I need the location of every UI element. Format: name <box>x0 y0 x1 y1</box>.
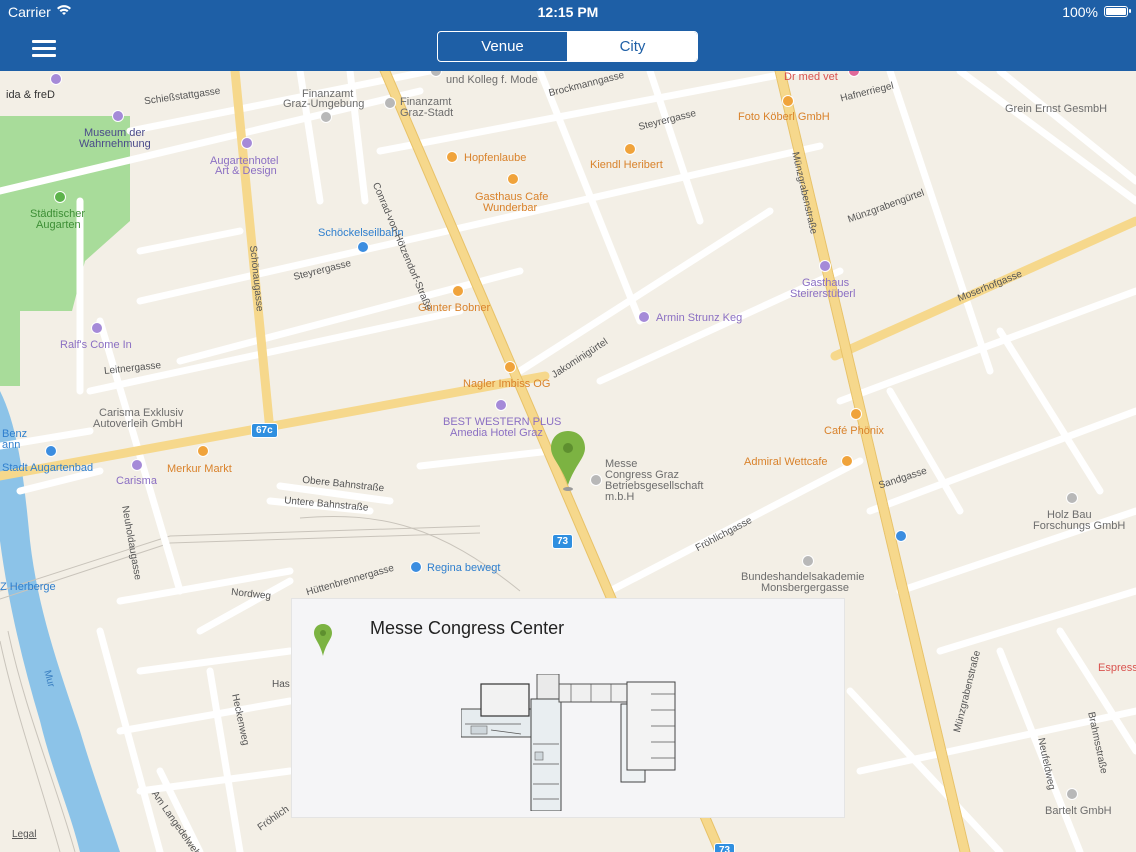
map-label-fotokoberl: Foto Köberl GmbH <box>738 111 830 123</box>
government-poi-icon[interactable] <box>320 111 332 123</box>
business-poi-icon[interactable] <box>638 311 650 323</box>
location-pin-icon <box>313 623 333 662</box>
shop-poi-icon[interactable] <box>782 95 794 107</box>
map-label-messe-4: m.b.H <box>605 491 635 503</box>
map-label-espresso: Espress <box>1098 662 1136 674</box>
transit-poi-icon[interactable] <box>357 241 369 253</box>
route-badge-73: 73 <box>552 534 574 549</box>
parking-poi-icon[interactable] <box>895 530 907 542</box>
map-label-wunderbar-2: Wunderbar <box>483 202 538 214</box>
street-label: Has <box>272 679 290 690</box>
clock: 12:15 PM <box>537 4 599 20</box>
battery-icon <box>1104 6 1131 17</box>
map-label-ralfs: Ralf's Come In <box>60 339 132 351</box>
map-label-kolleg: und Kolleg f. Mode <box>446 74 538 86</box>
venue-title: Messe Congress Center <box>370 618 565 638</box>
venue-city-segmented-control: Venue City <box>437 31 698 62</box>
museum-poi-icon[interactable] <box>112 110 124 122</box>
map-label-carisma-exklusiv-2: Autoverleih GmbH <box>93 418 183 430</box>
map-label-hopfenlaube: Hopfenlaube <box>464 152 527 164</box>
map-label-bartelt: Bartelt GmbH <box>1045 805 1112 817</box>
map-label-drmed: Dr med vet <box>784 71 838 83</box>
map-label-museum-2: Wahrnehmung <box>79 138 151 150</box>
restaurant-poi-icon[interactable] <box>504 361 516 373</box>
map-label-augartenhotel-2: Art & Design <box>215 165 277 177</box>
map-label-finanzamt-umgebung-2: Graz-Umgebung <box>283 98 365 110</box>
map-label-regina: Regina bewegt <box>427 562 501 574</box>
hotel-poi-icon[interactable] <box>241 137 253 149</box>
school-poi-icon[interactable] <box>802 555 814 567</box>
map-label-steirerstuberl-2: Steirerstüberl <box>790 288 856 300</box>
status-bar: Carrier 12:15 PM 100% <box>0 0 1136 24</box>
map-label-merkur: Merkur Markt <box>167 463 232 475</box>
venue-poi-icon[interactable] <box>590 474 602 486</box>
pool-poi-icon[interactable] <box>45 445 57 457</box>
floor-plan-thumbnail[interactable] <box>460 673 677 816</box>
map-label-grein: Grein Ernst GesmbH <box>1005 103 1108 115</box>
cafe-poi-icon[interactable] <box>841 455 853 467</box>
route-badge-67c: 67c <box>251 423 278 438</box>
battery-percent: 100% <box>1062 4 1098 20</box>
hotel-poi-icon[interactable] <box>495 399 507 411</box>
map-label-augartenbad: Stadt Augartenbad <box>2 462 94 474</box>
cafe-poi-icon[interactable] <box>507 173 519 185</box>
venue-info-card[interactable]: Messe Congress Center <box>291 598 845 818</box>
map-label-finanzamt-stadt-2: Graz-Stadt <box>400 107 454 119</box>
segment-venue[interactable]: Venue <box>438 32 568 61</box>
route-badge-73-bottom: 73 <box>714 843 736 852</box>
map-label-armin: Armin Strunz Keg <box>656 312 743 324</box>
restaurant-poi-icon[interactable] <box>624 143 636 155</box>
business-poi-icon[interactable] <box>131 459 143 471</box>
segment-city[interactable]: City <box>568 32 697 61</box>
cafe-poi-icon[interactable] <box>850 408 862 420</box>
map-label-carisma: Carisma <box>116 475 157 487</box>
park-poi-icon[interactable] <box>54 191 66 203</box>
fitness-poi-icon[interactable] <box>410 561 422 573</box>
business-poi-icon[interactable] <box>1066 492 1078 504</box>
museum-poi-icon[interactable] <box>50 73 62 85</box>
restaurant-poi-icon[interactable] <box>819 260 831 272</box>
map-label-cafe-phonix: Café Phönix <box>824 425 884 437</box>
map-label-bestwestern-2: Amedia Hotel Graz <box>450 427 543 439</box>
business-poi-icon[interactable] <box>91 322 103 334</box>
map-label-holzbau-2: Forschungs GmbH <box>1033 520 1126 532</box>
legal-link[interactable]: Legal <box>12 829 36 840</box>
navigation-bar: Venue City <box>0 24 1136 71</box>
grocery-poi-icon[interactable] <box>197 445 209 457</box>
map-label-nagler: Nagler Imbiss OG <box>463 378 551 390</box>
map-label-benz-2: ann <box>2 439 21 451</box>
business-poi-icon[interactable] <box>1066 788 1078 800</box>
map-label-admiral: Admiral Wettcafe <box>744 456 828 468</box>
government-poi-icon[interactable] <box>384 97 396 109</box>
map-label-kiendl: Kiendl Heribert <box>590 159 663 171</box>
map-label-ida-fred: ida & freD <box>6 89 55 101</box>
map-label-park-2: Augarten <box>36 219 81 231</box>
hamburger-menu-icon[interactable] <box>30 36 58 60</box>
restaurant-poi-icon[interactable] <box>446 151 458 163</box>
map-label-bundeshandels-2: Monsbergergasse <box>761 582 850 594</box>
shop-poi-icon[interactable] <box>452 285 464 297</box>
map-label-herberge: Z Herberge <box>0 581 56 593</box>
